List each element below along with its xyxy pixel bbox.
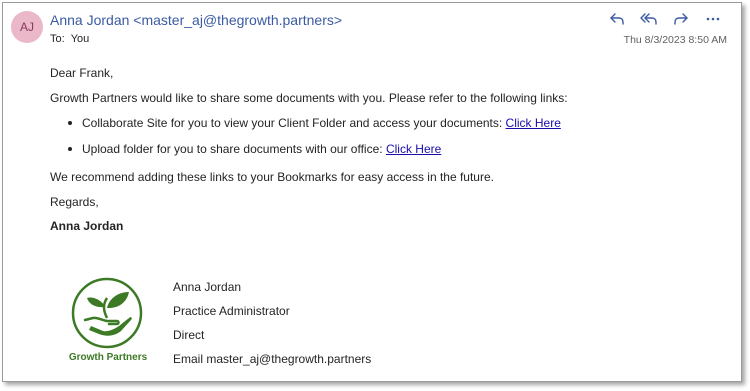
list-item: Upload folder for you to share documents… bbox=[68, 141, 561, 157]
more-icon[interactable] bbox=[703, 9, 723, 29]
bullet-icon bbox=[68, 147, 72, 151]
message-date: Thu 8/3/2023 8:50 AM bbox=[623, 34, 727, 46]
greeting: Dear Frank, bbox=[50, 66, 114, 80]
signature-direct: Direct bbox=[173, 328, 205, 342]
recommend-text: We recommend adding these links to your … bbox=[50, 170, 494, 184]
list-item-text: Upload folder for you to share documents… bbox=[82, 142, 386, 156]
avatar: AJ bbox=[11, 11, 43, 43]
to-label: To: bbox=[50, 33, 65, 45]
signature-email[interactable]: Email master_aj@thegrowth.partners bbox=[173, 351, 371, 367]
reply-icon[interactable] bbox=[607, 9, 627, 29]
email-window: AJ Anna Jordan <master_aj@thegrowth.part… bbox=[2, 2, 742, 382]
reply-all-icon[interactable] bbox=[639, 9, 659, 29]
signature-name: Anna Jordan bbox=[173, 280, 242, 294]
recipient-line: To: You bbox=[50, 33, 89, 45]
logo-text: Growth Partners bbox=[68, 352, 148, 363]
forward-icon[interactable] bbox=[671, 9, 691, 29]
upload-folder-link[interactable]: Click Here bbox=[386, 142, 441, 156]
closing-name: Anna Jordan bbox=[50, 219, 124, 233]
link-list: Collaborate Site for you to view your Cl… bbox=[68, 115, 561, 157]
signature-block: Anna Jordan Practice Administrator Direc… bbox=[173, 279, 371, 375]
sender-name[interactable]: Anna Jordan <master_aj@thegrowth.partner… bbox=[50, 12, 342, 28]
client-folder-link[interactable]: Click Here bbox=[506, 116, 561, 130]
message-actions bbox=[607, 9, 723, 29]
to-value[interactable]: You bbox=[71, 33, 90, 45]
regards-text: Regards, bbox=[50, 195, 99, 209]
list-item: Collaborate Site for you to view your Cl… bbox=[68, 115, 561, 131]
intro-text: Growth Partners would like to share some… bbox=[50, 91, 568, 105]
bullet-icon bbox=[68, 121, 72, 125]
list-item-text: Collaborate Site for you to view your Cl… bbox=[82, 116, 506, 130]
signature-title: Practice Administrator bbox=[173, 304, 290, 318]
